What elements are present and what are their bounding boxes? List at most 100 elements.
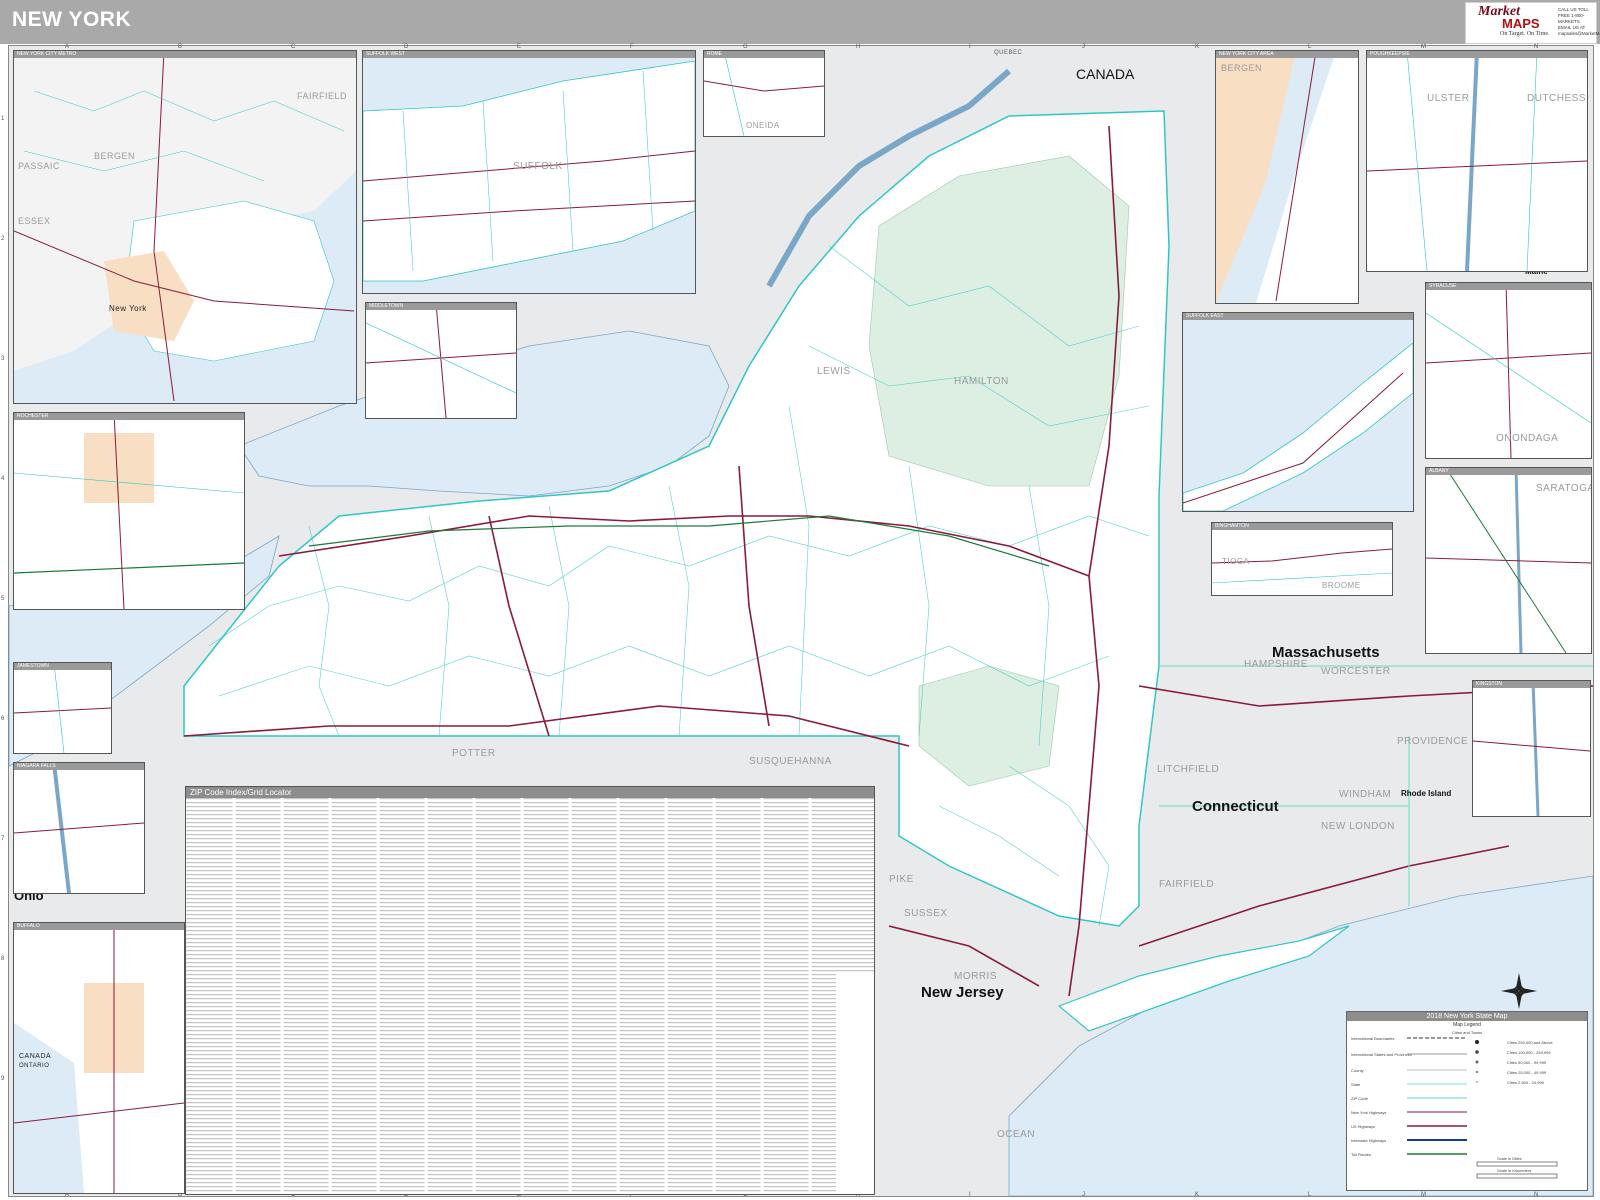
inset-title: JAMESTOWN [17,663,49,669]
inset-title: NIAGARA FALLS [17,763,56,769]
inset-title: ALBANY [1429,468,1449,474]
label-providence: PROVIDENCE [1397,736,1469,747]
zip-index-panel[interactable]: ZIP Code Index/Grid Locator [185,786,875,1195]
inset-map [14,663,111,753]
inset-place: ONTARIO [19,1063,50,1069]
inset-header: MIDDLETOWN [366,303,516,310]
inset-header: KINGSTON [1473,681,1590,688]
inset-header: ALBANY [1426,468,1591,475]
inset-place: TIOGA [1222,557,1250,566]
inset-title: ROCHESTER [17,413,49,419]
label-hamilton: HAMILTON [954,376,1009,387]
inset-header: POUGHKEEPSIE [1367,51,1587,58]
inset-buffalo[interactable]: BUFFALO CANADA ONTARIO [13,922,185,1194]
logo-tagline: On Target. On Time. [1500,31,1550,37]
inset-place: ULSTER [1427,93,1470,104]
inset-place: New York [109,304,147,313]
grid-col: H [856,44,861,50]
inset-place: FAIRFIELD [297,91,348,101]
label-worcester: WORCESTER [1321,666,1391,677]
inset-title: BINGHAMTON [1215,523,1249,529]
grid-row: 4 [1,476,5,482]
inset-header: BUFFALO [14,923,184,930]
map-title: NEW YORK [12,8,132,31]
compass-icon [1501,973,1537,1009]
zip-index-header: ZIP Code Index/Grid Locator [186,787,874,798]
inset-map [14,763,144,893]
label-new-jersey: New Jersey [921,984,1004,1001]
inset-title: ROME [707,51,722,57]
inset-header: JAMESTOWN [14,663,111,670]
grid-col: K [1195,1192,1200,1198]
legend-scale-km: Scale in Kilometers [1497,1168,1532,1173]
label-potter: POTTER [452,748,496,759]
grid-row: 1 [1,116,5,122]
grid-col: N [1534,1192,1539,1198]
label-new-london: NEW LONDON [1321,821,1395,832]
grid-row: 8 [1,956,5,962]
inset-map [1367,51,1587,271]
legend-city-class: Cities 250,000 and Above [1507,1040,1553,1045]
inset-title: NEW YORK CITY METRO [17,51,77,57]
inset-map [366,303,516,418]
inset-header: SYRACUSE [1426,283,1591,290]
map-legend: 2018 New York State Map Map Legend Inter… [1346,1011,1588,1191]
label-fairfield-ct: FAIRFIELD [1159,879,1215,890]
legend-city-class: Cities 25,000 - 49,999 [1507,1070,1547,1075]
inset-rome[interactable]: ROME ONEIDA [703,50,825,137]
grid-col: K [1195,44,1200,50]
inset-suffolk-west[interactable]: SUFFOLK WEST SUFFOLK [362,50,696,294]
legend-symbols [1407,1037,1558,1179]
label-windham: WINDHAM [1339,789,1392,800]
grid-col: J [1082,44,1085,50]
inset-syracuse[interactable]: SYRACUSE ONONDAGA [1425,282,1592,459]
grid-row: 3 [1,356,5,362]
inset-nyc-metro[interactable]: NEW YORK CITY METRO New York FAIRFIELD B… [13,50,357,404]
inset-map [1216,51,1358,303]
inset-binghamton[interactable]: BINGHAMTON TIOGA BROOME [1211,522,1393,596]
grid-row: 9 [1,1076,5,1082]
inset-place: ONEIDA [746,121,780,130]
inset-niagara[interactable]: NIAGARA FALLS [13,762,145,894]
logo-brand-line2: MAPS [1502,16,1540,31]
inset-place: PASSAIC [18,161,60,171]
inset-poughkeepsie[interactable]: POUGHKEEPSIE ULSTER DUTCHESS [1366,50,1588,272]
label-canada: CANADA [1076,66,1135,82]
legend-city-class: Cities 50,000 - 99,999 [1507,1060,1547,1065]
grid-row: 7 [1,836,5,842]
inset-header: NIAGARA FALLS [14,763,144,770]
grid-col: L [1308,1192,1312,1198]
inset-header: ROCHESTER [14,413,244,420]
zip-index-title: ZIP Code Index/Grid Locator [190,788,292,797]
inset-nyc-area[interactable]: NEW YORK CITY AREA BERGEN [1215,50,1359,304]
grid-row: 5 [1,596,5,602]
publisher-logo: Market MAPS On Target. On Time. CALL US … [1465,2,1600,44]
inset-suffolk-east[interactable]: SUFFOLK EAST [1182,312,1414,512]
title-bar: NEW YORK Market MAPS On Target. On Time.… [0,0,1600,44]
inset-title: SUFFOLK WEST [366,51,405,57]
legend-city-class: Cities 100,000 - 249,999 [1507,1050,1551,1055]
inset-kingston[interactable]: KINGSTON [1472,680,1591,817]
inset-title: MIDDLETOWN [369,303,404,309]
inset-place: CANADA [19,1053,52,1060]
inset-map [14,51,356,403]
inset-header: NEW YORK CITY AREA [1216,51,1358,58]
inset-map [1183,313,1413,511]
grid-col: M [1421,1192,1426,1198]
label-sussex: SUSSEX [904,908,948,919]
legend-city-header: Cities and Towns [1452,1030,1483,1035]
inset-map [363,51,695,293]
zip-index-table [186,798,874,1194]
grid-row: 6 [1,716,5,722]
inset-title: POUGHKEEPSIE [1370,51,1410,57]
label-litchfield: LITCHFIELD [1157,764,1220,775]
inset-albany[interactable]: ALBANY SARATOGA [1425,467,1592,654]
inset-title: KINGSTON [1476,681,1503,687]
inset-header: ROME [704,51,824,58]
label-susquehanna: SUSQUEHANNA [749,756,832,767]
inset-rochester[interactable]: ROCHESTER [13,412,245,610]
grid-col: J [1082,1192,1085,1198]
inset-middletown[interactable]: MIDDLETOWN [365,302,517,419]
label-hampshire: HAMPSHIRE [1244,659,1308,670]
inset-jamestown[interactable]: JAMESTOWN [13,662,112,754]
